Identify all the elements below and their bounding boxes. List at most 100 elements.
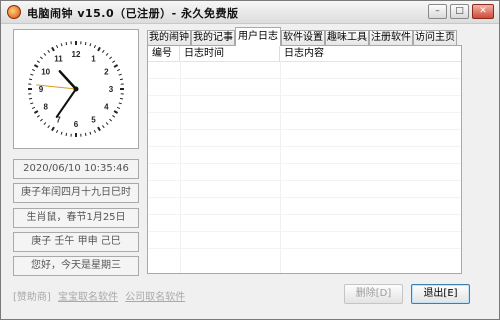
maximize-icon: □ <box>455 6 464 16</box>
clock-center <box>73 86 79 92</box>
clock-number: 3 <box>109 85 114 94</box>
clock-minute-tick <box>43 52 47 56</box>
row-line <box>148 163 461 164</box>
clock-minute-tick <box>30 73 34 76</box>
clock-minute-tick <box>116 106 121 109</box>
clock-number: 4 <box>104 103 109 112</box>
row-line <box>148 146 461 147</box>
clock-number: 5 <box>91 115 96 124</box>
exit-button[interactable]: 退出[E] <box>411 284 470 304</box>
close-icon: ✕ <box>479 6 487 16</box>
column-header-number[interactable]: 编号 <box>148 46 180 61</box>
row-line <box>148 214 461 215</box>
analog-clock: 121234567891011 <box>28 41 124 137</box>
clock-minute-tick <box>116 69 121 72</box>
clock-hour-tick <box>51 126 55 132</box>
clock-minute-tick <box>47 125 50 129</box>
clock-minute-tick <box>89 43 92 47</box>
clock-minute-tick <box>109 56 113 60</box>
clock-minute-tick <box>39 56 43 60</box>
clock-minute-tick <box>105 122 109 126</box>
minimize-button[interactable]: – <box>428 4 447 19</box>
clock-minute-tick <box>60 131 63 135</box>
row-line <box>148 197 461 198</box>
clock-number: 10 <box>41 68 50 77</box>
clock-minute-tick <box>65 41 68 46</box>
clock-minute-tick <box>118 73 122 76</box>
tab-homepage[interactable]: 访问主页 <box>413 30 457 45</box>
row-line <box>148 95 461 96</box>
clock-number: 11 <box>54 55 63 64</box>
clock-minute-tick <box>36 115 40 118</box>
row-line <box>148 129 461 130</box>
clock-minute-tick <box>105 52 109 56</box>
clock-minute-tick <box>43 122 47 126</box>
delete-button[interactable]: 删除[D] <box>344 284 403 304</box>
row-line <box>148 112 461 113</box>
ganzhi-display: 庚子 壬午 甲申 己巳 <box>13 232 139 252</box>
clock-minute-tick <box>60 43 63 47</box>
lunar-date-display: 庚子年闰四月十九日巳时 <box>13 183 139 203</box>
clock-minute-tick <box>36 60 40 63</box>
clock-minute-tick <box>31 69 36 72</box>
clock-number: 2 <box>104 68 109 77</box>
clock-minute-tick <box>84 41 87 46</box>
clock-minute-tick <box>84 132 87 137</box>
clock-minute-tick <box>89 131 92 135</box>
clock-minute-tick <box>56 44 59 49</box>
close-button[interactable]: ✕ <box>472 4 494 19</box>
app-window: 电脑闹钟 v15.0（已注册）- 永久免费版 – □ ✕ 12 1 2 3 4 5 6 7 8 9… <box>0 0 500 320</box>
clock-hour-tick <box>113 110 119 114</box>
row-line <box>148 231 461 232</box>
tab-user-log[interactable]: 用户日志 <box>235 27 281 46</box>
clock-number: 1 <box>91 55 96 64</box>
sponsor-link-company-naming[interactable]: 公司取名软件 <box>125 292 185 303</box>
clock-minute-tick <box>39 118 43 122</box>
column-header-content[interactable]: 日志内容 <box>280 46 461 61</box>
clock-minute-tick <box>65 132 68 137</box>
hour-hand <box>58 70 78 91</box>
window-title: 电脑闹钟 v15.0（已注册）- 永久免费版 <box>27 7 239 20</box>
tab-settings[interactable]: 软件设置 <box>281 30 325 45</box>
minute-hand <box>55 88 77 118</box>
clock-minute-tick <box>28 97 33 100</box>
clock-minute-tick <box>119 97 124 100</box>
tab-fun-tools[interactable]: 趣味工具 <box>325 30 369 45</box>
clock-minute-tick <box>93 44 96 49</box>
clock-hour-tick <box>97 46 101 52</box>
clock-hour-tick <box>97 126 101 132</box>
tab-my-alarm[interactable]: 我的闹钟 <box>147 30 191 45</box>
sponsor-link-baby-naming[interactable]: 宝宝取名软件 <box>58 292 118 303</box>
column-header-time[interactable]: 日志时间 <box>180 46 280 61</box>
clock-minute-tick <box>119 78 124 81</box>
clock-minute-tick <box>93 129 96 134</box>
clock-minute-tick <box>112 60 116 63</box>
alarm-clock-icon <box>7 5 21 19</box>
datetime-display: 2020/06/10 10:35:46 <box>13 159 139 179</box>
clock-minute-tick <box>31 106 36 109</box>
clock-minute-tick <box>102 49 105 53</box>
user-log-table[interactable]: 编号 日志时间 日志内容 <box>147 45 462 274</box>
tab-register[interactable]: 注册软件 <box>369 30 413 45</box>
sponsor-label: [赞助商] <box>13 292 51 303</box>
clock-minute-tick <box>102 125 105 129</box>
clock-hour-tick <box>51 46 55 52</box>
clock-hour-tick <box>33 64 39 68</box>
title-bar: 电脑闹钟 v15.0（已注册）- 永久免费版 – □ ✕ <box>1 1 499 24</box>
column-divider <box>280 61 281 273</box>
clock-hour-tick <box>113 64 119 68</box>
maximize-button[interactable]: □ <box>450 4 469 19</box>
analog-clock-panel: 12 1 2 3 4 5 6 7 8 9 10 11 <box>13 29 139 149</box>
tab-my-notes[interactable]: 我的记事 <box>191 30 235 45</box>
row-line <box>148 248 461 249</box>
clock-minute-tick <box>112 115 116 118</box>
clock-hour-tick <box>33 110 39 114</box>
clock-number: 8 <box>43 103 48 112</box>
clock-minute-tick <box>109 118 113 122</box>
clock-number: 12 <box>72 50 81 59</box>
clock-minute-tick <box>47 49 50 53</box>
clock-minute-tick <box>28 78 33 81</box>
clock-minute-tick <box>56 129 59 134</box>
zodiac-display: 生肖鼠，春节1月25日 <box>13 208 139 228</box>
sponsor-bar: [赞助商] 宝宝取名软件 公司取名软件 <box>13 288 189 303</box>
